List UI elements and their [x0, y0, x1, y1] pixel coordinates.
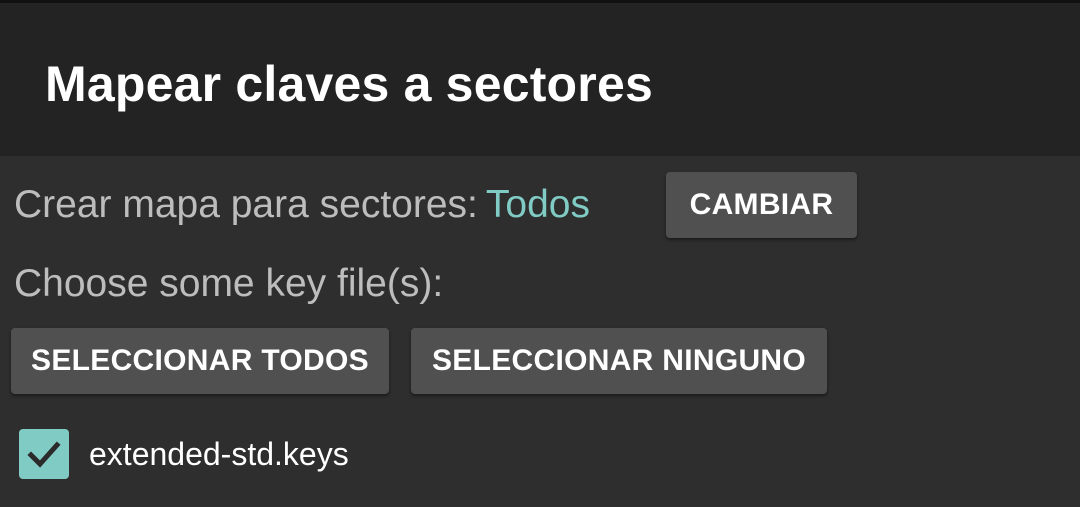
- select-all-button[interactable]: SELECCIONAR TODOS: [11, 328, 389, 394]
- dialog-title-bar: Mapear claves a sectores: [0, 0, 1080, 156]
- sectors-label: Crear mapa para sectores:: [14, 183, 478, 226]
- checkmark-icon: [27, 441, 61, 468]
- key-file-name: extended-std.keys: [89, 435, 349, 472]
- map-keys-dialog: Mapear claves a sectores Crear mapa para…: [0, 0, 1080, 507]
- dialog-title: Mapear claves a sectores: [45, 56, 653, 112]
- sectors-row: Crear mapa para sectores: Todos: [14, 172, 590, 238]
- key-file-item[interactable]: extended-std.keys: [19, 428, 349, 480]
- change-sectors-button[interactable]: CAMBIAR: [666, 172, 857, 238]
- select-none-button[interactable]: SELECCIONAR NINGUNO: [411, 328, 827, 394]
- sectors-value: Todos: [485, 183, 590, 226]
- key-file-checkbox[interactable]: [19, 429, 69, 479]
- choose-key-files-label: Choose some key file(s):: [14, 262, 444, 305]
